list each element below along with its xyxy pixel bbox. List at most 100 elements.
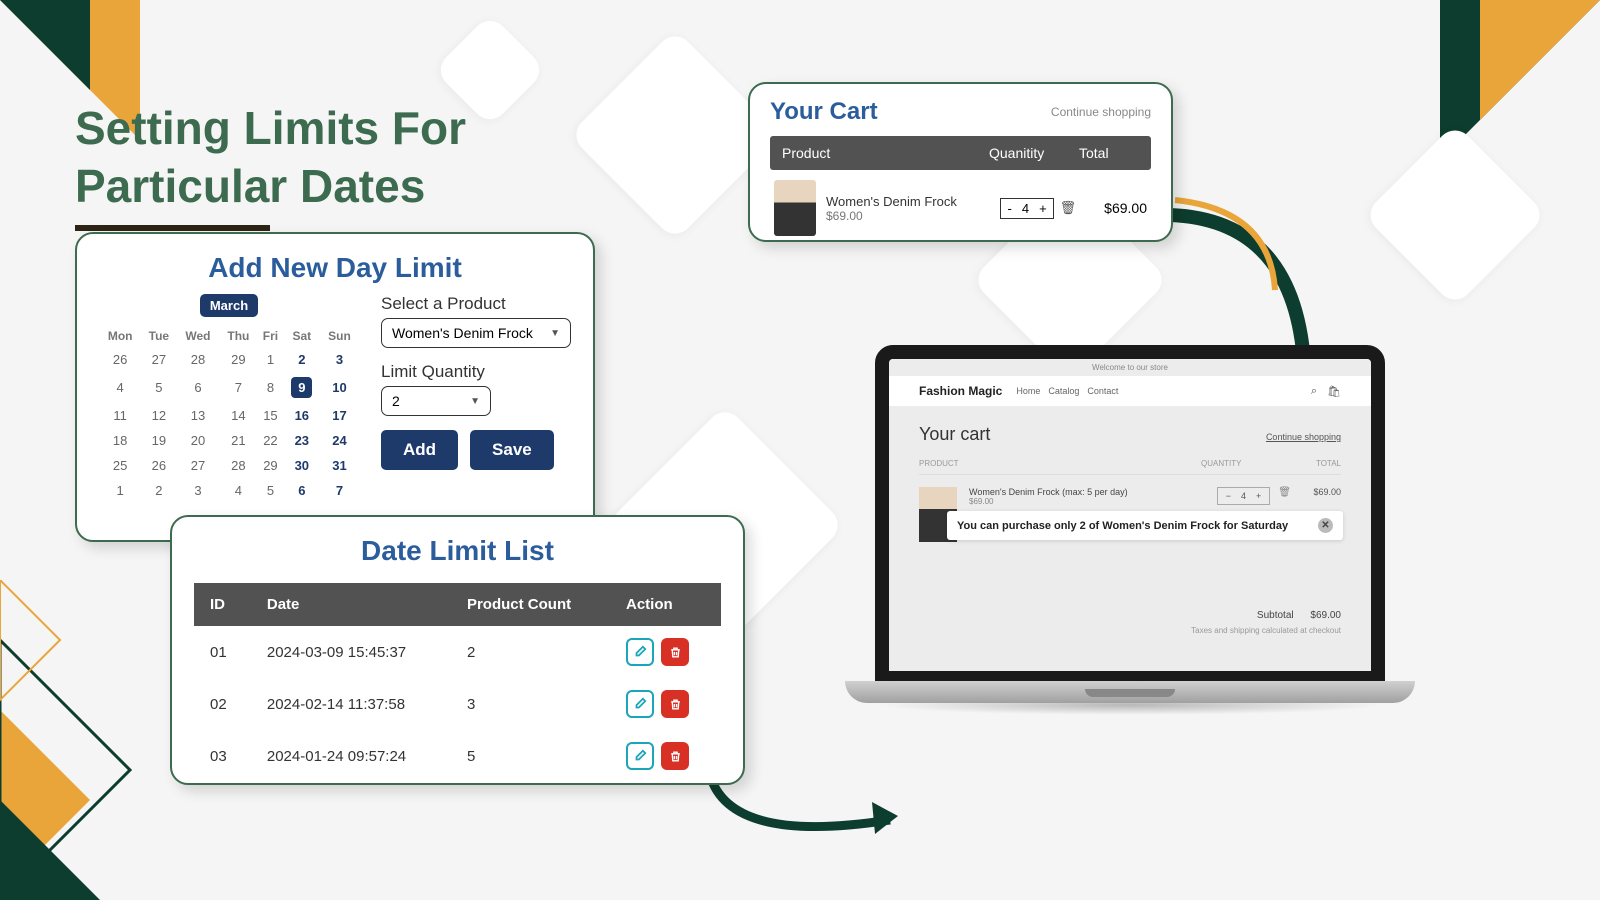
alert-close-icon[interactable]: ✕ (1318, 518, 1333, 533)
calendar-day[interactable]: 6 (176, 372, 219, 403)
cart-item-price: $69.00 (826, 209, 1000, 223)
calendar-day[interactable]: 20 (176, 428, 219, 453)
calendar-day[interactable]: 29 (220, 347, 258, 372)
calendar-day[interactable]: 3 (176, 478, 219, 503)
calendar-day[interactable]: 7 (320, 478, 359, 503)
calendar-day[interactable]: 18 (99, 428, 141, 453)
calendar-day[interactable]: 9 (284, 372, 320, 403)
calendar-day[interactable]: 29 (257, 453, 283, 478)
calendar-day[interactable]: 19 (141, 428, 176, 453)
qty-select[interactable]: 2▼ (381, 386, 491, 416)
bag-icon[interactable]: 🛍 (1327, 385, 1341, 398)
page-heading: Setting Limits ForParticular Dates (75, 100, 466, 231)
calendar[interactable]: March MonTueWedThuFriSatSun 262728291234… (99, 294, 359, 503)
tax-note: Taxes and shipping calculated at checkou… (919, 626, 1341, 635)
store-cart-title: Your cart (919, 424, 990, 445)
store-nav-link[interactable]: Home (1016, 386, 1040, 396)
table-row: 032024-01-24 09:57:245 (194, 730, 721, 782)
calendar-day[interactable]: 5 (141, 372, 176, 403)
cart-title: Your Cart (770, 98, 878, 126)
calendar-day[interactable]: 23 (284, 428, 320, 453)
date-limit-list-card: Date Limit List ID Date Product Count Ac… (170, 515, 745, 785)
store-nav-link[interactable]: Contact (1087, 386, 1118, 396)
delete-icon[interactable] (661, 742, 689, 770)
calendar-day[interactable]: 4 (220, 478, 258, 503)
continue-shopping-link[interactable]: Continue shopping (1051, 105, 1151, 119)
cart-item-row: Women's Denim Frock $69.00 - 4 + 🗑 $69.0… (770, 170, 1151, 246)
calendar-day[interactable]: 30 (284, 453, 320, 478)
calendar-day[interactable]: 31 (320, 453, 359, 478)
calendar-day[interactable]: 14 (220, 403, 258, 428)
calendar-day[interactable]: 22 (257, 428, 283, 453)
calendar-day[interactable]: 26 (99, 347, 141, 372)
store-continue-link[interactable]: Continue shopping (1266, 432, 1341, 442)
product-select[interactable]: Women's Denim Frock▼ (381, 318, 571, 348)
calendar-day[interactable]: 28 (220, 453, 258, 478)
store-col-qty: QUANTITY (1201, 459, 1291, 468)
subtotal-label: Subtotal (1257, 610, 1294, 621)
store-item-total: $69.00 (1291, 487, 1341, 497)
qty-minus[interactable]: - (1007, 201, 1011, 216)
product-select-label: Select a Product (381, 294, 571, 314)
cart-col-total: Total (1079, 145, 1139, 161)
calendar-day[interactable]: 1 (257, 347, 283, 372)
store-trash-icon[interactable]: 🗑 (1278, 487, 1291, 498)
calendar-day[interactable]: 6 (284, 478, 320, 503)
calendar-day[interactable]: 16 (284, 403, 320, 428)
chevron-down-icon: ▼ (470, 396, 480, 407)
calendar-day[interactable]: 2 (284, 347, 320, 372)
delete-icon[interactable] (661, 690, 689, 718)
store-brand: Fashion Magic (919, 384, 1002, 398)
calendar-day[interactable]: 15 (257, 403, 283, 428)
cart-item-name: Women's Denim Frock (826, 194, 1000, 209)
calendar-day[interactable]: 1 (99, 478, 141, 503)
store-banner: Welcome to our store (889, 359, 1371, 376)
store-qty-plus[interactable]: + (1256, 491, 1261, 501)
calendar-day[interactable]: 21 (220, 428, 258, 453)
delete-icon[interactable] (661, 638, 689, 666)
calendar-day[interactable]: 3 (320, 347, 359, 372)
quantity-stepper[interactable]: - 4 + (1000, 198, 1053, 219)
store-qty-minus[interactable]: − (1226, 491, 1231, 501)
calendar-day[interactable]: 27 (176, 453, 219, 478)
store-col-product: PRODUCT (919, 459, 1201, 468)
edit-icon[interactable] (626, 690, 654, 718)
calendar-day[interactable]: 4 (99, 372, 141, 403)
table-row: 022024-02-14 11:37:583 (194, 678, 721, 730)
store-col-total: TOTAL (1291, 459, 1341, 468)
calendar-day[interactable]: 10 (320, 372, 359, 403)
list-title: Date Limit List (194, 535, 721, 567)
calendar-day[interactable]: 24 (320, 428, 359, 453)
calendar-day[interactable]: 5 (257, 478, 283, 503)
date-limit-table: ID Date Product Count Action 012024-03-0… (194, 583, 721, 782)
save-button[interactable]: Save (470, 430, 554, 470)
col-action: Action (610, 583, 721, 626)
calendar-day[interactable]: 26 (141, 453, 176, 478)
calendar-day[interactable]: 28 (176, 347, 219, 372)
calendar-day[interactable]: 8 (257, 372, 283, 403)
calendar-day[interactable]: 27 (141, 347, 176, 372)
calendar-day[interactable]: 17 (320, 403, 359, 428)
calendar-day[interactable]: 12 (141, 403, 176, 428)
qty-plus[interactable]: + (1039, 201, 1047, 216)
calendar-day[interactable]: 25 (99, 453, 141, 478)
store-item-name: Women's Denim Frock (max: 5 per day) (969, 487, 1217, 497)
store-qty-value: 4 (1241, 491, 1246, 501)
store-qty-stepper[interactable]: − 4 + (1217, 487, 1271, 505)
store-nav-link[interactable]: Catalog (1048, 386, 1079, 396)
edit-icon[interactable] (626, 742, 654, 770)
add-day-limit-card: Add New Day Limit March MonTueWedThuFriS… (75, 232, 595, 542)
calendar-day[interactable]: 7 (220, 372, 258, 403)
trash-icon[interactable]: 🗑 (1060, 200, 1077, 216)
laptop-mockup: Welcome to our store Fashion Magic Home C… (845, 345, 1415, 755)
col-count: Product Count (451, 583, 610, 626)
calendar-day[interactable]: 11 (99, 403, 141, 428)
product-thumbnail (774, 180, 816, 236)
store-cart-item: Women's Denim Frock (max: 5 per day) $69… (919, 475, 1341, 554)
add-button[interactable]: Add (381, 430, 458, 470)
calendar-day[interactable]: 2 (141, 478, 176, 503)
add-limit-title: Add New Day Limit (99, 252, 571, 284)
search-icon[interactable]: ⌕ (1311, 385, 1317, 398)
edit-icon[interactable] (626, 638, 654, 666)
calendar-day[interactable]: 13 (176, 403, 219, 428)
